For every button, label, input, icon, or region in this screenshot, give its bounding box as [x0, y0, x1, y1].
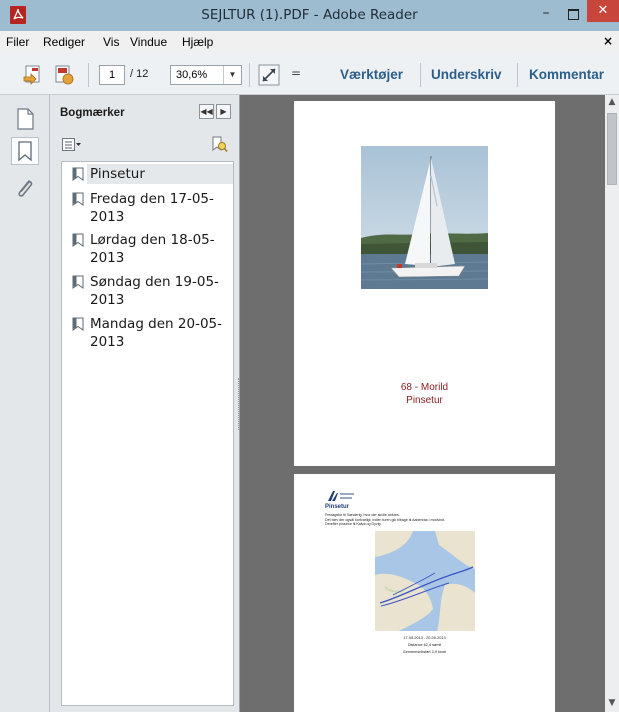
club-logo — [328, 491, 354, 501]
bookmark-label: Mandag den 20-05-2013 — [90, 316, 223, 350]
bookmark-icon — [72, 317, 84, 331]
toolbar-separator — [517, 63, 518, 87]
expand-panel-button[interactable]: ▶ — [216, 104, 231, 119]
title-bar: SEJLTUR (1).PDF - Adobe Reader – ✕ — [0, 0, 619, 31]
route-map — [375, 531, 475, 631]
sailboat-photo — [361, 146, 488, 289]
comment-link[interactable]: Kommentar — [529, 67, 604, 82]
bookmark-options-icon[interactable] — [62, 138, 82, 152]
minimize-button[interactable]: – — [534, 4, 558, 24]
bookmarks-panel-title: Bogmærker — [60, 107, 125, 119]
bookmarks-list: Pinsetur Fredag den 17-05-2013 Lørdag de… — [61, 161, 234, 706]
page-thumbnails-button[interactable] — [11, 105, 39, 133]
page2-caption-distance: Distance 62,4 sømil — [407, 643, 442, 647]
cover-title: 68 - Morild — [400, 382, 449, 393]
page-total: / 12 — [130, 68, 149, 80]
bookmark-item[interactable]: Mandag den 20-05-2013 — [62, 314, 233, 354]
bookmark-item[interactable]: Lørdag den 18-05-2013 — [62, 230, 233, 270]
navigation-rail — [0, 95, 50, 712]
zoom-value: 30,6% — [176, 69, 208, 81]
bookmark-item[interactable]: Pinsetur — [62, 164, 233, 184]
chevron-down-icon[interactable]: ▼ — [223, 66, 241, 84]
bookmark-label: Fredag den 17-05-2013 — [90, 191, 214, 225]
page2-caption-dates: 17-05-2013 - 20-05-2013 — [403, 636, 446, 640]
bookmarks-panel: Bogmærker ◀◀ ▶ Pinsetur Fredag den 17-05… — [50, 95, 240, 712]
cover-subtitle: Pinsetur — [406, 395, 443, 406]
menu-bar: Filer Rediger Vis Vindue Hjælp × — [0, 31, 619, 53]
collapse-panel-button[interactable]: ◀◀ — [199, 104, 214, 119]
page-icon — [17, 108, 34, 130]
toolbar: 1 / 12 30,6% ▼ = Værktøjer Underskriv Ko… — [0, 53, 619, 95]
toolbar-separator — [88, 63, 89, 87]
paperclip-icon — [18, 180, 33, 197]
attachments-button[interactable] — [11, 175, 39, 203]
customize-toolbar-icon[interactable]: = — [291, 66, 301, 80]
document-view[interactable]: 68 - Morild Pinsetur Pinsetur Fredagstur… — [241, 95, 605, 712]
share-pdf-icon[interactable] — [53, 64, 75, 86]
window-title: SEJLTUR (1).PDF - Adobe Reader — [201, 7, 418, 23]
bookmark-icon — [72, 275, 84, 289]
toolbar-separator — [249, 63, 250, 87]
scroll-down-button[interactable]: ▼ — [605, 696, 619, 712]
bookmark-label: Pinsetur — [87, 164, 233, 184]
maximize-button[interactable] — [561, 4, 585, 24]
page2-caption-speed: Gennemsnitsfart 3,9 knob — [402, 650, 447, 654]
menu-vis[interactable]: Vis — [103, 35, 119, 49]
pdf-page-2: Pinsetur Fredagstur til Sønderig, hvor d… — [294, 474, 555, 712]
bookmarks-panel-button[interactable] — [11, 137, 39, 165]
tools-link[interactable]: Værktøjer — [340, 67, 403, 82]
bookmark-icon — [18, 141, 32, 162]
zoom-select[interactable]: 30,6% ▼ — [170, 65, 242, 85]
page2-body: Fredagstur til Sønderig, hvor der skulle… — [325, 513, 505, 527]
fit-page-icon[interactable] — [258, 64, 280, 86]
bookmark-item[interactable]: Fredag den 17-05-2013 — [62, 189, 233, 229]
bookmark-icon — [72, 192, 84, 206]
menu-hjaelp[interactable]: Hjælp — [182, 35, 213, 49]
bookmark-icon — [72, 233, 84, 247]
scrollbar-thumb[interactable] — [607, 113, 617, 185]
page2-body-line: Derefter pinsetur til Kalvø og Dyvig. — [325, 522, 382, 527]
create-pdf-icon[interactable] — [22, 64, 44, 86]
bookmark-icon — [72, 167, 84, 181]
bookmark-label: Søndag den 19-05-2013 — [90, 274, 219, 308]
close-document-button[interactable]: × — [603, 34, 613, 48]
menu-vindue[interactable]: Vindue — [130, 35, 167, 49]
toolbar-separator — [420, 63, 421, 87]
bookmark-item[interactable]: Søndag den 19-05-2013 — [62, 272, 233, 312]
sign-link[interactable]: Underskriv — [431, 67, 502, 82]
bookmark-label: Lørdag den 18-05-2013 — [90, 232, 215, 266]
find-bookmark-icon[interactable] — [210, 135, 228, 153]
menu-filer[interactable]: Filer — [6, 35, 29, 49]
scroll-up-button[interactable]: ▲ — [605, 95, 619, 111]
vertical-scrollbar[interactable]: ▲ ▼ — [605, 95, 619, 712]
page-number-input[interactable]: 1 — [99, 65, 125, 85]
pdf-page-1: 68 - Morild Pinsetur — [294, 101, 555, 466]
menu-rediger[interactable]: Rediger — [43, 35, 85, 49]
close-window-button[interactable]: ✕ — [587, 0, 619, 22]
page2-heading: Pinsetur — [325, 504, 350, 510]
